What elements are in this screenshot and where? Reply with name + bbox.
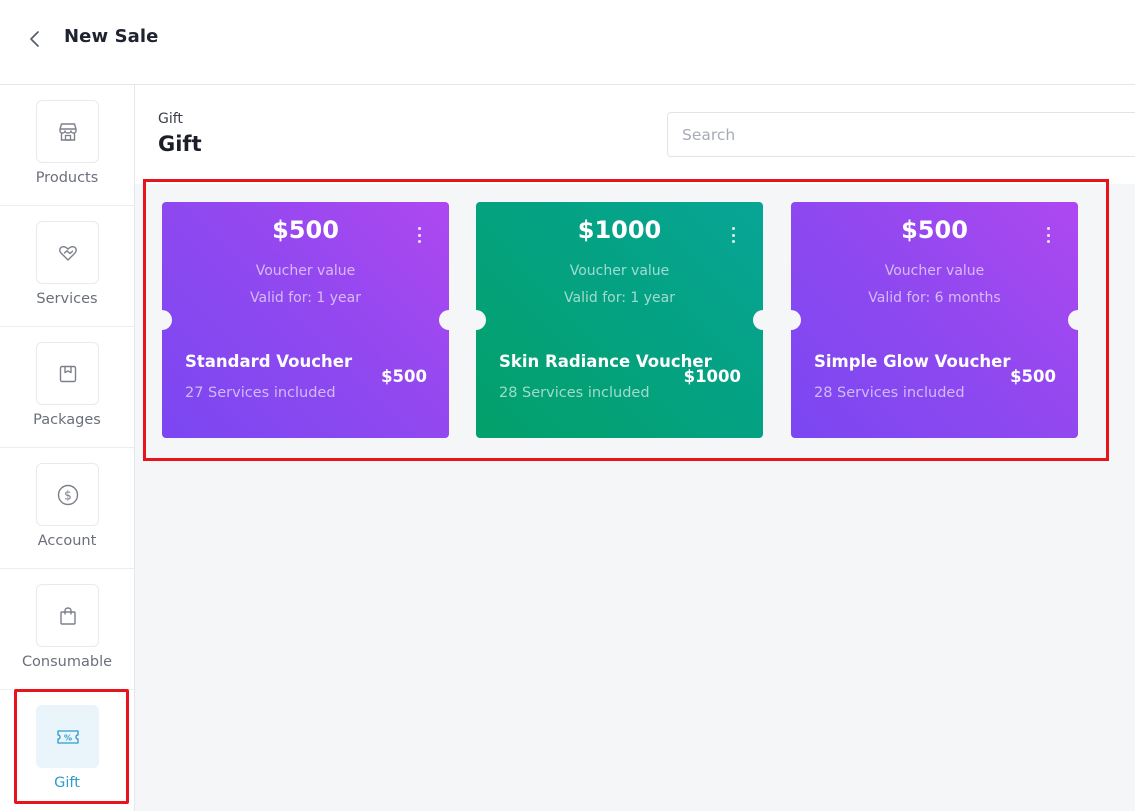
voucher-services: 28 Services included bbox=[499, 385, 650, 401]
voucher-services: 28 Services included bbox=[814, 385, 965, 401]
category-sidebar: Products Services Packages $ Account Con… bbox=[0, 85, 135, 811]
ticket-notch bbox=[791, 310, 801, 330]
box-icon bbox=[36, 342, 99, 405]
voucher-card[interactable]: $500 Voucher value Valid for: 1 year Sta… bbox=[162, 202, 449, 438]
voucher-ticket-icon: % bbox=[36, 705, 99, 768]
dollar-circle-icon: $ bbox=[36, 463, 99, 526]
ticket-notch bbox=[1068, 310, 1078, 330]
sidebar-item-packages[interactable]: Packages bbox=[0, 327, 134, 448]
sidebar-item-label: Gift bbox=[54, 775, 80, 791]
ticket-notch bbox=[753, 310, 763, 330]
voucher-validity: Valid for: 6 months bbox=[868, 290, 1001, 306]
more-vertical-icon[interactable] bbox=[1040, 224, 1056, 246]
top-header: New Sale bbox=[0, 0, 1135, 85]
sidebar-item-services[interactable]: Services bbox=[0, 206, 134, 327]
voucher-validity: Valid for: 1 year bbox=[564, 290, 675, 306]
voucher-price: $1000 bbox=[683, 367, 741, 386]
sidebar-item-label: Services bbox=[36, 291, 98, 307]
page-title: New Sale bbox=[64, 26, 159, 47]
sidebar-item-products[interactable]: Products bbox=[0, 85, 134, 206]
svg-text:%: % bbox=[63, 733, 71, 742]
voucher-name: Simple Glow Voucher bbox=[814, 352, 1011, 371]
voucher-name: Standard Voucher bbox=[185, 352, 353, 371]
section-title: Gift bbox=[158, 132, 202, 156]
voucher-validity: Valid for: 1 year bbox=[250, 290, 361, 306]
heart-handshake-icon bbox=[36, 221, 99, 284]
search-input[interactable] bbox=[667, 112, 1135, 157]
chevron-left-icon bbox=[30, 31, 39, 47]
voucher-value-label: Voucher value bbox=[255, 263, 356, 279]
sidebar-item-consumable[interactable]: Consumable bbox=[0, 569, 134, 690]
sidebar-item-label: Products bbox=[35, 170, 99, 186]
shopping-bag-icon bbox=[36, 584, 99, 647]
svg-text:$: $ bbox=[64, 488, 72, 502]
store-icon bbox=[36, 100, 99, 163]
voucher-amount: $500 bbox=[272, 216, 339, 244]
voucher-card[interactable]: $500 Voucher value Valid for: 6 months S… bbox=[791, 202, 1078, 438]
voucher-price: $500 bbox=[1010, 367, 1056, 386]
voucher-price: $500 bbox=[381, 367, 427, 386]
voucher-services: 27 Services included bbox=[185, 385, 336, 401]
voucher-card[interactable]: $1000 Voucher value Valid for: 1 year Sk… bbox=[476, 202, 763, 438]
more-vertical-icon[interactable] bbox=[411, 224, 427, 246]
content-header: Gift Gift bbox=[135, 85, 1135, 184]
voucher-name: Skin Radiance Voucher bbox=[499, 352, 712, 371]
sidebar-item-account[interactable]: $ Account bbox=[0, 448, 134, 569]
sidebar-item-label: Consumable bbox=[21, 654, 113, 670]
ticket-notch bbox=[476, 310, 486, 330]
main-content: Gift Gift $500 Voucher value Valid for: … bbox=[135, 85, 1135, 811]
breadcrumb: Gift bbox=[158, 111, 183, 127]
voucher-amount: $500 bbox=[901, 216, 968, 244]
sidebar-item-label: Account bbox=[37, 533, 97, 549]
voucher-value-label: Voucher value bbox=[884, 263, 985, 279]
ticket-notch bbox=[439, 310, 449, 330]
voucher-value-label: Voucher value bbox=[569, 263, 670, 279]
sidebar-item-gift[interactable]: % Gift bbox=[0, 690, 134, 811]
sidebar-item-label: Packages bbox=[33, 412, 101, 428]
more-vertical-icon[interactable] bbox=[725, 224, 741, 246]
voucher-amount: $1000 bbox=[577, 216, 662, 244]
back-button[interactable] bbox=[22, 26, 48, 52]
ticket-notch bbox=[162, 310, 172, 330]
